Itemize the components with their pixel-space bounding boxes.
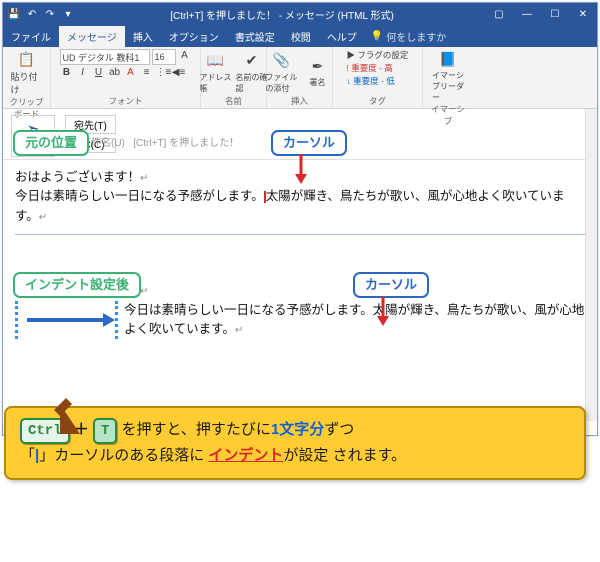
font-color-icon[interactable]: A — [124, 67, 138, 81]
indent-block: 今日は素晴らしい一日になる予感がします。太陽が輝き、鳥たちが歌い、風が心地よく吹… — [15, 301, 585, 340]
tell-me[interactable]: 💡 何をしますか — [371, 29, 446, 44]
paste-icon: 📋 — [17, 49, 37, 69]
grow-font-icon[interactable]: A — [178, 50, 192, 64]
indent-marker-left — [15, 301, 21, 340]
window-buttons: ▢ — ☐ ✕ — [489, 9, 593, 20]
message-body[interactable]: 元の位置 件名(U) [Ctrl+T] を押しました！ カーソル おはようござい… — [3, 160, 597, 432]
quick-access-toolbar: 💾 ↶ ↷ ▾ — [7, 7, 75, 21]
undo-icon[interactable]: ↶ — [25, 7, 39, 21]
group-clipboard: 📋 貼り付け クリップボード — [3, 47, 51, 108]
ribbon-collapse-icon[interactable]: ▢ — [489, 9, 509, 20]
save-icon[interactable]: 💾 — [7, 7, 21, 21]
arrow-cursor-1 — [293, 154, 309, 184]
tab-review[interactable]: 校閲 — [283, 26, 319, 47]
font-name-select[interactable]: UD デジタル 教科1 — [60, 49, 150, 65]
immersive-reader-button[interactable]: 📘 イマーシブリーダー — [432, 49, 464, 103]
highlight-icon[interactable]: ab — [108, 67, 122, 81]
group-font: UD デジタル 教科1 16 A B I U ab A ≡ ⋮≡ ◀≡ — [51, 47, 201, 108]
tab-help[interactable]: ヘルプ — [319, 26, 365, 47]
indented-paragraph: 今日は素晴らしい一日になる予感がします。太陽が輝き、鳥たちが歌い、風が心地よく吹… — [115, 301, 585, 340]
importance-high-button[interactable]: ! 重要度 - 高 — [347, 62, 393, 74]
italic-icon[interactable]: I — [76, 67, 90, 81]
paste-button[interactable]: 📋 貼り付け — [11, 49, 43, 96]
callout-line-2: 「|」カーソルのある段落に インデントが設定 されます。 — [20, 444, 570, 468]
flag-button[interactable]: ▶ フラグの設定 — [347, 49, 409, 61]
separator-line — [15, 234, 585, 235]
font-size-select[interactable]: 16 — [152, 49, 176, 65]
tab-options[interactable]: オプション — [161, 26, 227, 47]
group-tags: ▶ フラグの設定 ! 重要度 - 高 ↓ 重要度 - 低 タグ — [333, 47, 423, 108]
key-t: T — [93, 418, 117, 444]
indent-width-arrow — [25, 301, 115, 340]
numbering-icon[interactable]: ⋮≡ — [156, 67, 170, 81]
callout: Ctrl ＋ T を押すと、押すたびに1文字分ずつ 「|」カーソルのある段落に … — [4, 406, 586, 480]
address-book-button[interactable]: 📖 アドレス帳 — [200, 51, 232, 94]
check-names-button[interactable]: ✔ 名前の確認 — [236, 51, 268, 94]
ribbon-tabs: ファイル メッセージ 挿入 オプション 書式設定 校閲 ヘルプ 💡 何をしますか — [3, 25, 597, 47]
tab-insert[interactable]: 挿入 — [125, 26, 161, 47]
subject-row: 件名(U) [Ctrl+T] を押しました！ — [91, 136, 239, 152]
tab-format[interactable]: 書式設定 — [227, 26, 283, 47]
importance-low-button[interactable]: ↓ 重要度 - 低 — [347, 75, 395, 87]
maximize-icon[interactable]: ☐ — [545, 9, 565, 20]
address-book-icon: 📖 — [206, 51, 226, 71]
label-cursor-1: カーソル — [271, 130, 347, 156]
scrollbar-vertical[interactable] — [585, 109, 597, 421]
label-original-position: 元の位置 — [13, 130, 89, 156]
attach-button[interactable]: 📎 ファイルの添付 — [266, 51, 298, 94]
label-after-indent: インデント設定後 — [13, 272, 141, 298]
underline-icon[interactable]: U — [92, 67, 106, 81]
check-names-icon: ✔ — [242, 51, 262, 71]
group-names: 📖 アドレス帳 ✔ 名前の確認 名前 — [201, 47, 267, 108]
signature-button[interactable]: ✒ 署名 — [302, 56, 334, 88]
bullets-icon[interactable]: ≡ — [140, 67, 154, 81]
group-immersive: 📘 イマーシブリーダー イマーシブ — [423, 47, 473, 108]
arrow-cursor-2 — [375, 296, 391, 326]
ribbon: 📋 貼り付け クリップボード UD デジタル 教科1 16 A B I U — [3, 47, 597, 109]
group-include: 📎 ファイルの添付 ✒ 署名 挿入 — [267, 47, 333, 108]
qat-more-icon[interactable]: ▾ — [61, 7, 75, 21]
bold-icon[interactable]: B — [60, 67, 74, 81]
minimize-icon[interactable]: — — [517, 9, 537, 20]
label-cursor-2: カーソル — [353, 272, 429, 298]
callout-pointer-icon — [50, 394, 90, 437]
tab-message[interactable]: メッセージ — [59, 26, 125, 47]
outlook-window: 💾 ↶ ↷ ▾ [Ctrl+T] を押しました！ - メッセージ (HTML 形… — [2, 2, 598, 436]
redo-icon[interactable]: ↷ — [43, 7, 57, 21]
window-title: [Ctrl+T] を押しました！ - メッセージ (HTML 形式) — [75, 7, 489, 22]
immersive-reader-icon: 📘 — [438, 49, 458, 69]
attach-icon: 📎 — [272, 51, 292, 71]
callout-line-1: Ctrl ＋ T を押すと、押すたびに1文字分ずつ — [20, 418, 570, 444]
indent-icon[interactable]: ◀≡ — [172, 67, 186, 81]
tab-file[interactable]: ファイル — [3, 26, 59, 47]
body-line-2: 今日は素晴らしい一日になる予感がします。太陽が輝き、鳥たちが歌い、風が心地よく吹… — [15, 187, 585, 226]
bulb-icon: 💡 — [371, 31, 383, 42]
close-icon[interactable]: ✕ — [573, 9, 593, 20]
signature-icon: ✒ — [308, 56, 328, 76]
titlebar: 💾 ↶ ↷ ▾ [Ctrl+T] を押しました！ - メッセージ (HTML 形… — [3, 3, 597, 25]
